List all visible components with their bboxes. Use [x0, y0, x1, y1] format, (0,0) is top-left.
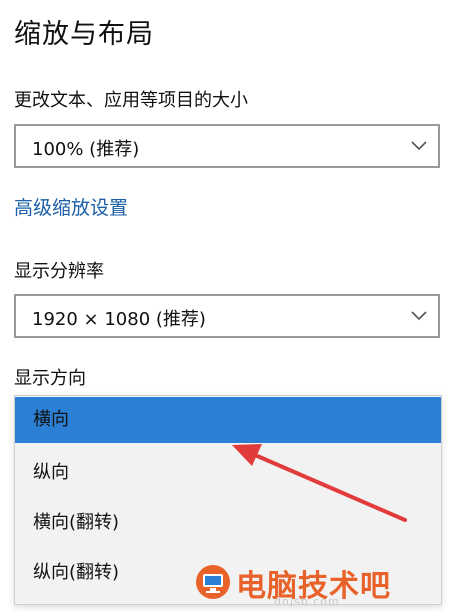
advanced-scaling-link[interactable]: 高级缩放设置	[14, 193, 128, 220]
chevron-down-icon	[411, 311, 427, 321]
orientation-label: 显示方向	[14, 368, 86, 389]
orientation-option-portrait[interactable]: 纵向	[15, 448, 441, 498]
scale-select[interactable]: 100% (推荐)	[14, 124, 440, 168]
chevron-down-icon	[411, 141, 427, 151]
resolution-select-value: 1920 × 1080 (推荐)	[32, 309, 206, 330]
scale-label: 更改文本、应用等项目的大小	[14, 90, 248, 111]
watermark-url: dnjsb.com	[274, 595, 340, 608]
watermark: 电脑技术吧 dnjsb.com	[194, 559, 444, 609]
resolution-label: 显示分辨率	[14, 261, 104, 282]
display-settings-page: 缩放与布局 更改文本、应用等项目的大小 100% (推荐) 高级缩放设置 显示分…	[0, 0, 450, 615]
scale-select-value: 100% (推荐)	[32, 139, 140, 160]
orientation-option-landscape[interactable]: 横向	[15, 397, 441, 443]
watermark-logo	[196, 565, 230, 599]
resolution-select[interactable]: 1920 × 1080 (推荐)	[14, 294, 440, 338]
orientation-option-landscape-flipped[interactable]: 横向(翻转)	[15, 498, 441, 548]
section-title: 缩放与布局	[14, 19, 154, 50]
